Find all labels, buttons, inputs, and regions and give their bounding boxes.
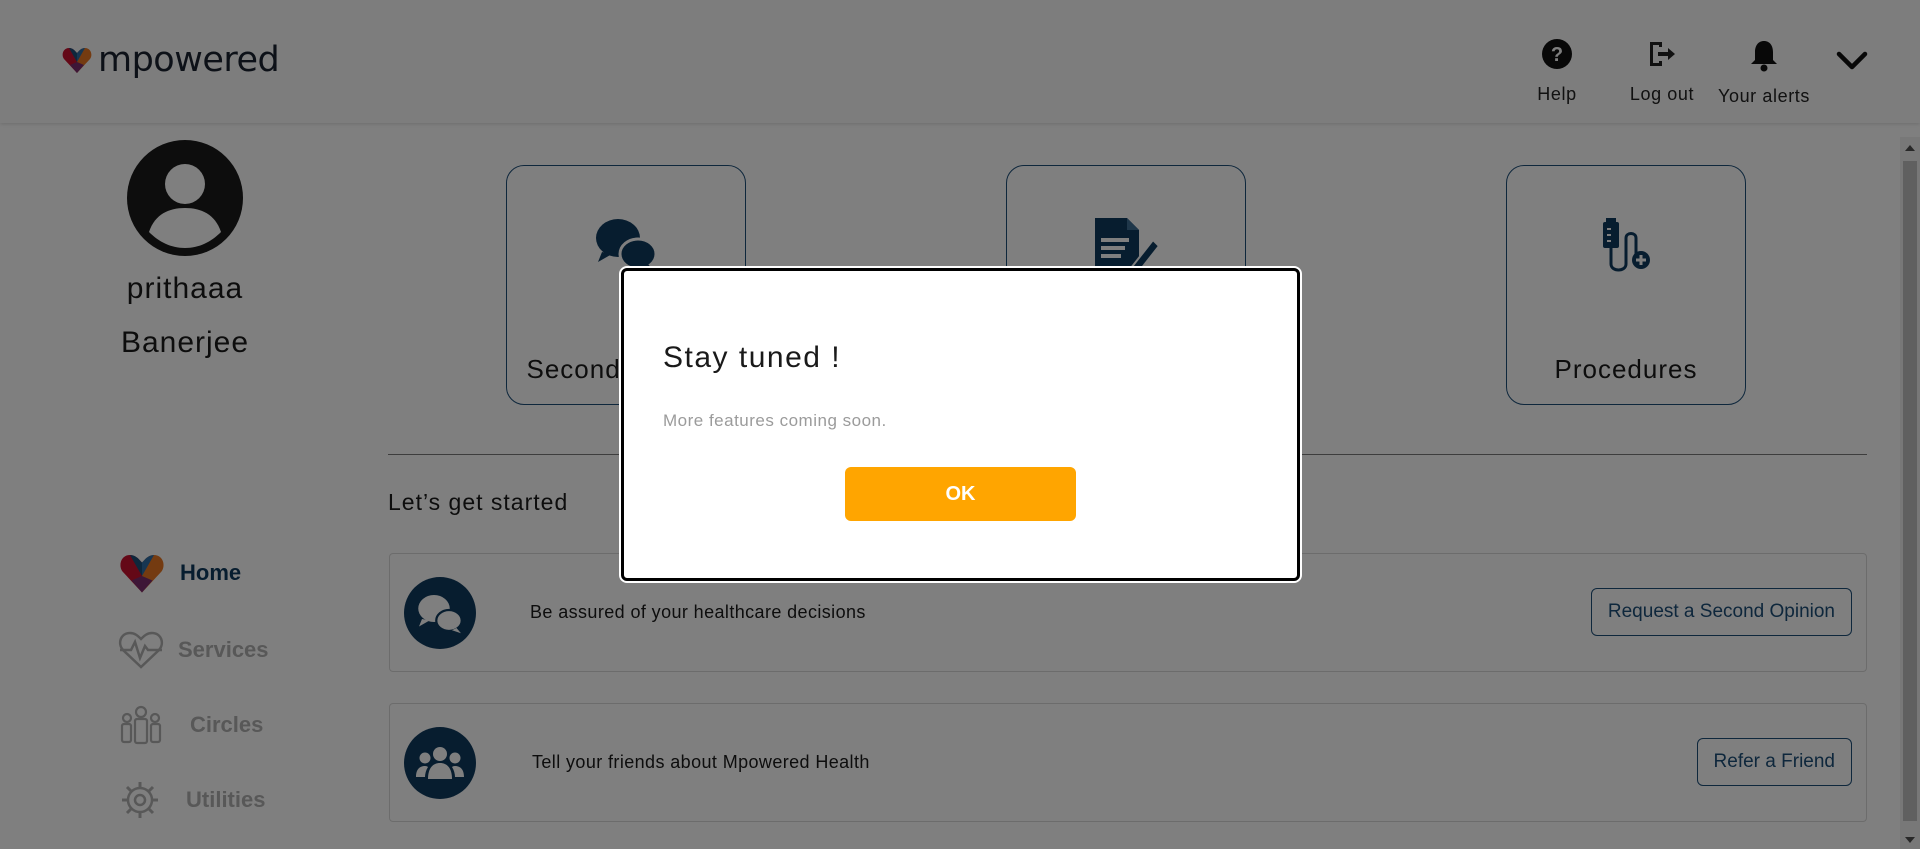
stay-tuned-dialog: Stay tuned ! More features coming soon. …: [621, 268, 1300, 581]
dialog-title: Stay tuned !: [663, 341, 842, 374]
dialog-message: More features coming soon.: [663, 411, 887, 430]
ok-button[interactable]: OK: [845, 467, 1076, 521]
